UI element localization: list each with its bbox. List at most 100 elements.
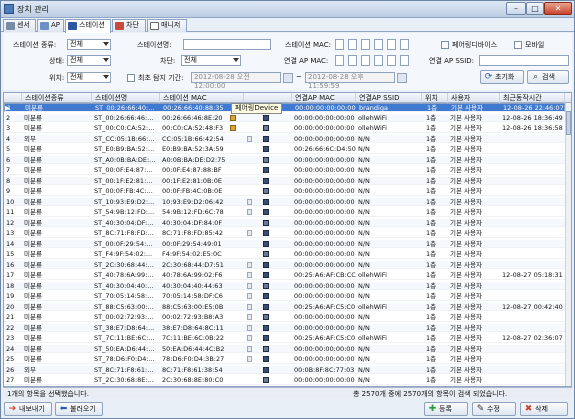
tab-sensor[interactable]: 센서 (3, 19, 36, 32)
table-row[interactable]: 22 미분류 ST_38:E7:D8:64:... 38:E7:D8:64:8C:11… (4, 323, 565, 333)
table-row[interactable]: 25 미분류 ST_78:D6:F0:D4:... 78:D6:F0:D4:3B:27… (4, 355, 565, 364)
pairing-device-checkbox[interactable] (441, 41, 449, 49)
tab-station[interactable]: 스테이션 (65, 19, 111, 33)
ap-mac-octet-2[interactable] (348, 55, 357, 66)
block-select[interactable]: 전체 (181, 55, 241, 66)
cell-station-type: 미분류 (24, 239, 42, 248)
station-mac-octet-5[interactable] (387, 39, 396, 50)
window-title: 장치 관리 (17, 5, 49, 14)
cell-connected-ap-mac: 00:00:00:00:00:00 (294, 260, 355, 269)
reset-button[interactable]: ⟳ 초기화 (480, 70, 524, 84)
position-select[interactable]: 전체 (67, 72, 111, 83)
mobile-checkbox[interactable] (514, 41, 522, 49)
calendar-icon[interactable] (397, 73, 407, 83)
search-button[interactable]: ⌕ 검색 (527, 70, 569, 84)
table-row[interactable]: 18 미분류 ST_40:30:04:40:... 40:30:04:40:44:63… (4, 281, 565, 291)
table-row[interactable]: 24 미분류 ST_50:EA:D6:44:... 50:EA:D6:44:4C:B2… (4, 344, 565, 354)
cell-station-type: 미분류 (24, 355, 42, 363)
station-type-label: 스테이션 종류: (13, 41, 57, 49)
import-button[interactable]: ⬅ 불러오기 (55, 402, 103, 416)
cell-last-activity: 12-08-26 18:36:49 (502, 113, 563, 122)
station-mac-octet-3[interactable] (361, 39, 370, 50)
cell-position: 1층 (426, 250, 437, 258)
scroll-thumb[interactable] (566, 111, 571, 135)
table-row[interactable]: 15 미분류 ST_F4:9F:54:02:... F4:9F:54:02:E5:0C… (4, 250, 565, 259)
table-row[interactable]: 16 미분류 ST_2C:30:68:44:... 2C:30:68:44:D7:51… (4, 260, 565, 270)
cell-last-activity: 12-08-26 22:46:07 (503, 104, 564, 112)
bottom-toolbar: ➔ 내보내기 ⬅ 불러오기 ✚ 등록 ✎ 수정 ✖ 삭제 (1, 399, 574, 418)
table-row[interactable]: 19 미분류 ST_70:05:14:58:... 70:05:14:58:DF:C6… (4, 292, 565, 301)
mobile-icon (247, 261, 252, 268)
tab-ap[interactable]: AP (37, 19, 64, 32)
cell-last-activity (502, 135, 564, 144)
table-row[interactable]: 23 미분류 ST_7C:11:BE:6C:... 7C:11:BE:6C:0B:22… (4, 334, 565, 343)
table-row[interactable]: 27 미분류 ST_2C:30:68:8E:... 2C:30:68:8E:80:C0… (4, 376, 565, 385)
station-mac-octet-2[interactable] (348, 39, 357, 50)
edit-button[interactable]: ✎ 수정 (472, 402, 516, 416)
header-last-activity[interactable]: 최근동작시간 (500, 93, 565, 103)
header-user[interactable]: 사용자 (448, 93, 500, 103)
export-button[interactable]: ➔ 내보내기 (4, 402, 52, 416)
table-row[interactable]: 7 미분류 ST_00:0F:E4:87:... 00:0F:E4:87:88:BF 0… (4, 166, 565, 175)
ap-mac-octet-6[interactable] (400, 55, 409, 66)
row-number: 3 (6, 124, 11, 132)
connected-ap-mac-label: 연결 AP MAC: (284, 57, 329, 65)
station-mac-octet-6[interactable] (400, 39, 409, 50)
station-name-input[interactable] (183, 39, 271, 50)
ap-mac-octet-3[interactable] (361, 55, 370, 66)
cell-last-activity (502, 156, 564, 165)
cell-connected-ap-ssid: N/N (358, 355, 370, 363)
header-station-mac[interactable]: 스테이션 MAC (160, 93, 244, 103)
table-row[interactable]: 3 미분류 ST_00:C0:CA:52:... 00:C0:CA:52:48:F3 0… (4, 124, 565, 133)
table-row[interactable]: 1 미분류 ST_00:26:66:40:... 00:26:66:40:88:35 0… (4, 103, 565, 112)
maximize-button[interactable]: □ (526, 2, 544, 15)
header-station-name[interactable]: 스테이션명 (92, 93, 160, 103)
table-row[interactable]: 14 미분류 ST_00:0F:29:54:... 00:0F:29:54:49:01… (4, 239, 565, 249)
table-row[interactable]: 11 미분류 ST_54:9B:12:FD:... 54:9B:12:FD:6C:78… (4, 208, 565, 217)
table-row[interactable]: 12 미분류 ST_40:30:04:DF:... 40:30:04:DF:84:0F… (4, 218, 565, 228)
table-row[interactable]: 17 미분류 ST_40:78:6A:99:... 40:78:6A:99:02:F6… (4, 271, 565, 280)
table-row[interactable]: 4 외부 ST_CC:05:1B:66:... CC:05:1B:66:42:54 00… (4, 134, 565, 144)
vertical-scrollbar[interactable] (565, 103, 571, 386)
table-row[interactable]: 5 미분류 ST_E0:B9:BA:52:... E0:B9:BA:52:3A:59 0… (4, 145, 565, 154)
connected-ap-ssid-input[interactable] (479, 55, 569, 66)
station-mac-label: 스테이션 MAC: (285, 41, 331, 49)
cell-station-name: ST_2C:30:68:8E:... (94, 376, 154, 384)
header-position[interactable]: 위치 (422, 93, 448, 103)
header-connected-ap-mac[interactable]: 연결AP MAC (292, 93, 356, 103)
table-row[interactable]: 2 미분류 ST_00:26:66:46:... 00:26:66:46:8E:20 0… (4, 113, 565, 123)
header-station-type[interactable]: 스테이션종류 (22, 93, 92, 103)
table-row[interactable]: 8 미분류 ST_00:1F:E2:81:... 00:1F:E2:81:0B:0E 0… (4, 176, 565, 186)
ap-mac-octet-4[interactable] (374, 55, 383, 66)
ap-mac-octet-5[interactable] (387, 55, 396, 66)
minimize-button[interactable]: – (506, 2, 526, 15)
header-connected-ap-ssid[interactable]: 연결AP SSID (356, 93, 422, 103)
station-mac-octet-4[interactable] (374, 39, 383, 50)
register-button[interactable]: ✚ 등록 (424, 402, 468, 416)
date-from-input[interactable]: 2012-08-28 오전 12:00:00 (191, 72, 281, 90)
delete-button[interactable]: ✖ 삭제 (520, 402, 568, 416)
date-to-input[interactable]: 2012-08-28 오후 11:59:59 (305, 72, 395, 90)
close-button[interactable]: ✕ (544, 2, 572, 15)
tab-label: AP (51, 21, 61, 29)
table-row[interactable]: 10 미분류 ST_10:93:E9:D2:... 10:93:E9:D2:06:42… (4, 197, 565, 207)
monitor-icon (263, 335, 269, 341)
tab-manager[interactable]: 매니저 (147, 19, 187, 32)
last-detect-checkbox[interactable] (127, 74, 135, 82)
ap-mac-octet-1[interactable] (335, 55, 344, 66)
calendar-icon[interactable] (283, 73, 293, 83)
row-number: 26 (6, 365, 15, 374)
table-row[interactable]: 6 미분류 ST_A0:0B:BA:DE:... A0:0B:BA:DE:D2:75 0… (4, 155, 565, 165)
table-row[interactable]: 13 미분류 ST_8C:71:F8:FD:... 8C:71:F8:FD:85:42… (4, 229, 565, 238)
table-row[interactable]: 26 외부 ST_8C:71:F8:61:... 8C:71:F8:61:38:54 0… (4, 365, 565, 375)
station-type-select[interactable]: 전체 (67, 39, 111, 50)
table-row[interactable]: 20 미분류 ST_88:C5:63:00:... 88:C5:63:00:E5:0B… (4, 302, 565, 312)
station-mac-octet-1[interactable] (335, 39, 344, 50)
search-label: 검색 (542, 73, 555, 81)
table-row[interactable]: 9 미분류 ST_00:0F:FB:4C:... 00:0F:FB:4C:0B:0E 0… (4, 187, 565, 196)
state-select[interactable]: 전체 (67, 55, 111, 66)
header-icons[interactable] (244, 93, 292, 103)
cell-station-type: 미분류 (24, 176, 42, 185)
table-row[interactable]: 21 미분류 ST_00:02:72:93:... 00:02:72:93:B8:A3… (4, 313, 565, 322)
tab-block[interactable]: 차단 (112, 19, 146, 32)
